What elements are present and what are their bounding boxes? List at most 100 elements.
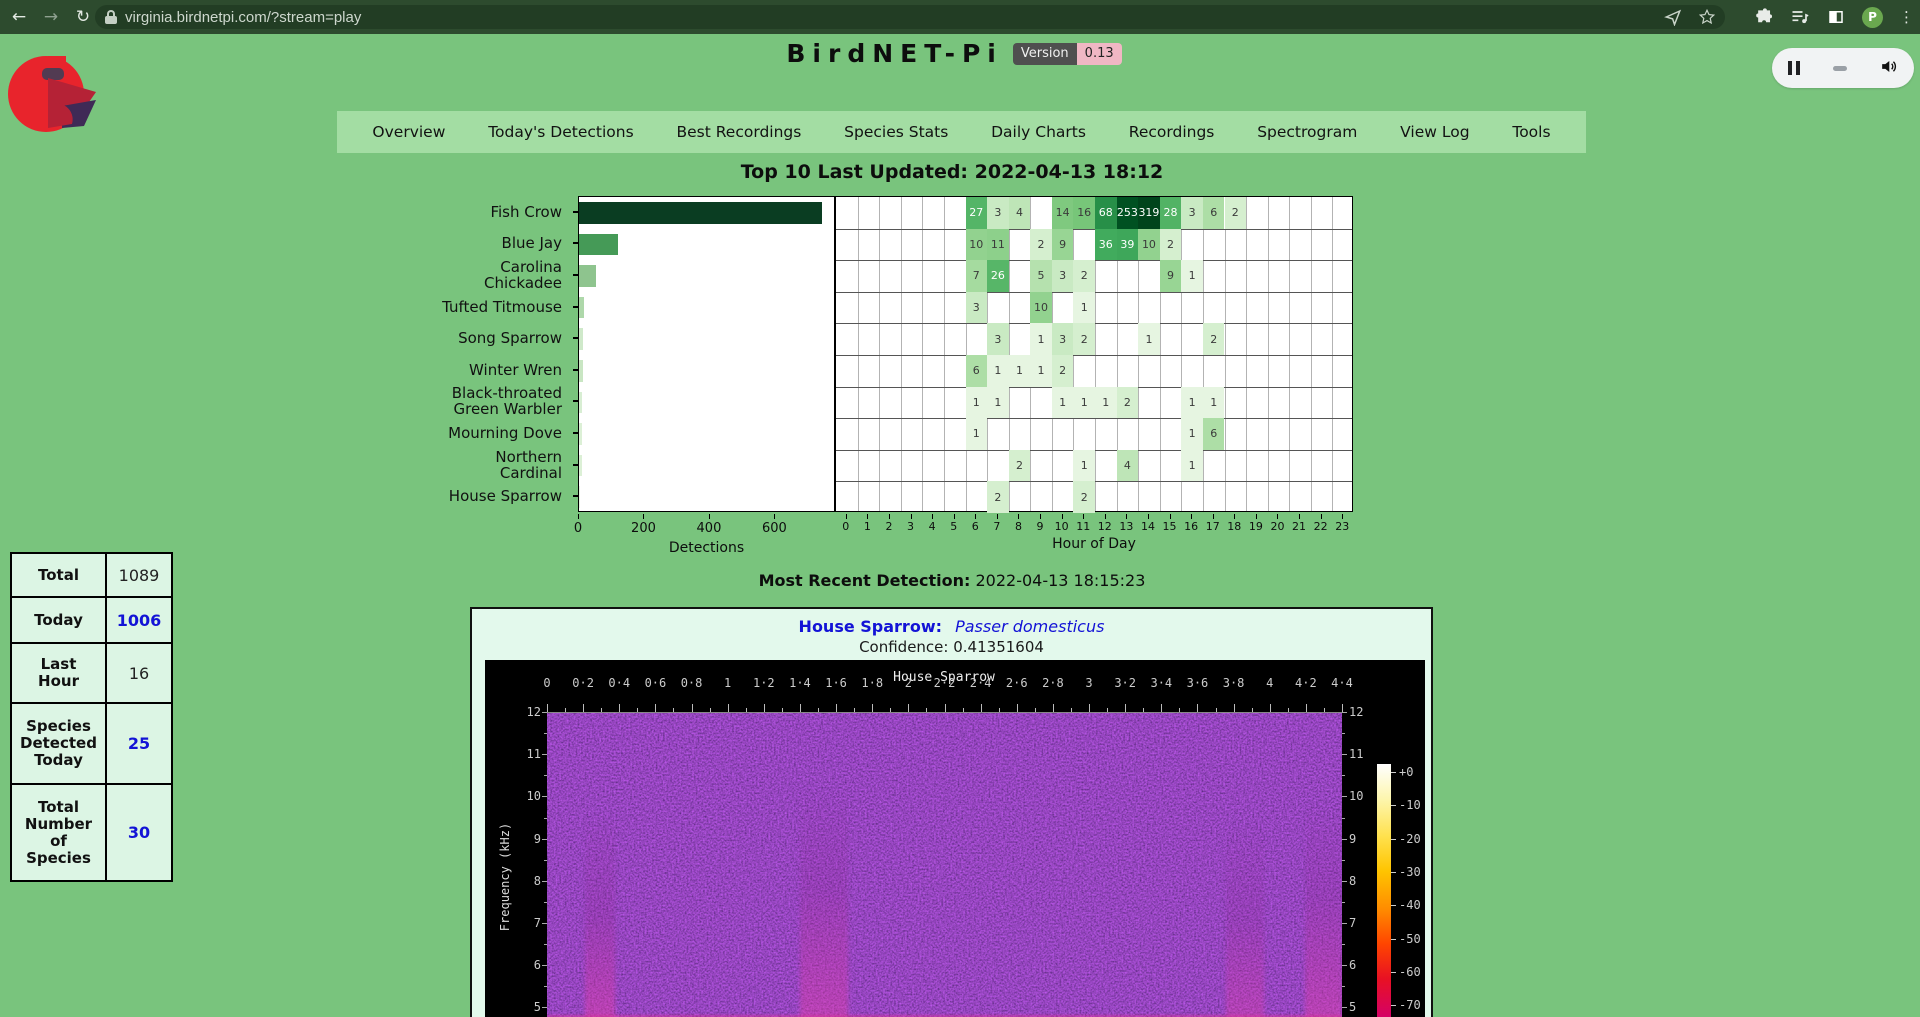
heatmap-cell: 3 [966,292,988,324]
spectrogram-time-tick [981,704,982,712]
lock-icon[interactable] [105,10,117,24]
hour-tick-label: 9 [1037,520,1044,533]
bar [579,234,618,256]
colorbar-tick-mark [1391,772,1396,773]
spectrogram-streak [1305,802,1342,1017]
back-button[interactable]: ← [6,4,32,30]
spectrogram-time-label: 3·2 [1114,676,1136,690]
spectrogram-freq-minortick [544,860,547,861]
species-link[interactable]: House Sparrow: [799,617,942,636]
spectrogram-plot [547,712,1342,1017]
heatmap-cell: 68 [1095,197,1117,229]
stats-row: Today1006 [11,597,172,643]
spectrogram-time-label: 3·8 [1223,676,1245,690]
spectrogram-time-tick [1125,704,1126,712]
spectrogram-freq-minortick [1342,902,1345,903]
scientific-name-link[interactable]: Passer domesticus [955,617,1104,636]
spectrogram-time-tick [764,704,765,712]
spectrogram-freq-minortick [1342,944,1345,945]
spectrogram-streak [1226,822,1264,1017]
hour-tick-label: 18 [1227,520,1241,533]
hour-tick-mark [932,514,933,519]
nav-item-tools[interactable]: Tools [1512,123,1550,141]
share-icon[interactable] [1663,7,1683,27]
reload-button[interactable]: ↻ [70,4,96,30]
side-panel-icon[interactable] [1826,7,1846,27]
page-title: BirdNET-Pi [786,39,1003,68]
heatmap-cell: 1 [1052,387,1074,419]
hour-tick-mark [997,514,998,519]
forward-button[interactable]: → [38,4,64,30]
nav-item-overview[interactable]: Overview [372,123,445,141]
nav-item-view-log[interactable]: View Log [1400,123,1469,141]
hourly-heatmap: 2734141668253319283621011293639102726532… [835,196,1353,512]
nav-item-best-recordings[interactable]: Best Recordings [676,123,801,141]
heatmap-gridline [901,197,902,511]
heatmap-cell: 6 [1203,418,1225,450]
url-bar[interactable]: virginia.birdnetpi.com/?stream=play [95,5,1725,29]
colorbar-tick-mark [1391,805,1396,806]
heatmap-xaxis-label: Hour of Day [835,536,1353,552]
spectrogram-time-label: 0·2 [572,676,594,690]
species-tick-label: Tufted Titmouse [442,299,562,315]
spectrogram-time-minortick [1107,708,1108,712]
stats-label: Total [11,553,106,597]
stats-value-link[interactable]: 1006 [106,597,172,643]
hour-tick-mark [846,514,847,519]
hour-tick-label: 23 [1335,520,1349,533]
spectrogram-time-label: 2·6 [1006,676,1028,690]
spectrogram-freq-tick [542,923,547,924]
colorbar-tick-label: -30 [1399,865,1421,879]
profile-avatar[interactable]: P [1862,7,1883,28]
stats-value-link[interactable]: 25 [106,703,172,784]
bookmark-star-icon[interactable] [1697,7,1717,27]
heatmap-cell: 10 [966,229,988,261]
spectrogram-time-label: 4·2 [1295,676,1317,690]
media-playlist-icon[interactable] [1790,7,1810,27]
extensions-icon[interactable] [1754,7,1774,27]
hour-tick-label: 15 [1163,520,1177,533]
nav-item-daily-charts[interactable]: Daily Charts [991,123,1086,141]
colorbar-tick-mark [1391,872,1396,873]
hour-tick-label: 1 [864,520,871,533]
spectrogram-time-minortick [601,708,602,712]
heatmap-cell: 1 [1030,355,1052,387]
heatmap-cell: 6 [966,355,988,387]
nav-item-recordings[interactable]: Recordings [1129,123,1215,141]
stats-value: 1089 [106,553,172,597]
heatmap-cell: 3 [1052,260,1074,292]
hour-tick-label: 19 [1249,520,1263,533]
browser-menu-icon[interactable]: ⋮ [1899,8,1914,26]
colorbar-tick-label: -70 [1399,998,1421,1012]
heatmap-cell: 1 [1203,387,1225,419]
spectrogram-time-label: 3 [1085,676,1092,690]
hour-tick-mark [1191,514,1192,519]
bar-xtick-mark [578,514,579,519]
stats-value-link[interactable]: 30 [106,784,172,881]
nav-item-species-stats[interactable]: Species Stats [844,123,948,141]
spectrogram-time-tick [908,704,909,712]
heatmap-cell: 3 [987,323,1009,355]
most-recent-line: Most Recent Detection: 2022-04-13 18:15:… [0,571,1904,590]
spectrogram-freq-label: 6 [513,958,541,972]
bar [579,423,582,445]
spectrogram-freq-minortick [544,902,547,903]
heatmap-cell: 10 [1030,292,1052,324]
spectrogram-freq-label: 12 [1349,705,1363,719]
bar-xtick-label: 200 [631,521,656,536]
stats-row: Total Number of Species30 [11,784,172,881]
heatmap-cell: 11 [987,229,1009,261]
nav-item-spectrogram[interactable]: Spectrogram [1257,123,1357,141]
stats-row: Last Hour16 [11,643,172,703]
heatmap-cell: 1 [1073,387,1095,419]
nav-item-today-s-detections[interactable]: Today's Detections [488,123,633,141]
heatmap-cell: 2 [1225,197,1247,229]
top10-heading: Top 10 Last Updated: 2022-04-13 18:12 [0,161,1904,183]
spectrogram-time-tick [1234,704,1235,712]
hour-tick-mark [1126,514,1127,519]
heatmap-cell: 253 [1117,197,1139,229]
heatmap-gridline [1246,197,1247,511]
hour-tick-label: 17 [1206,520,1220,533]
hour-tick-mark [1213,514,1214,519]
spectrogram-time-minortick [565,708,566,712]
